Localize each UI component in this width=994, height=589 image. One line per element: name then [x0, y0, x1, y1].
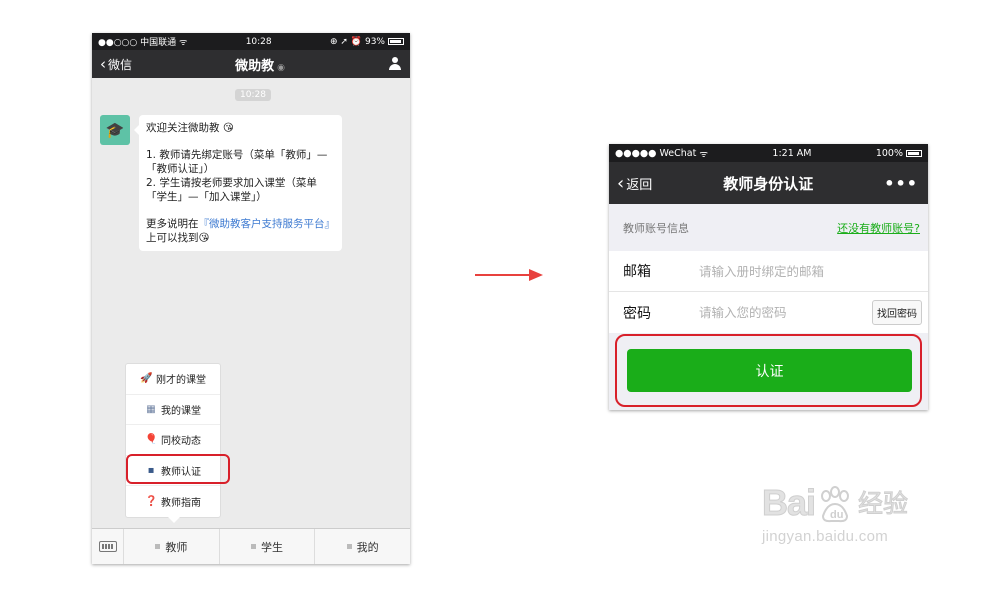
highlight-box-teacher-auth [126, 454, 230, 484]
menu-dot-icon [155, 544, 161, 549]
watermark-url: jingyan.baidu.com [762, 528, 889, 545]
account-section-header: 教师账号信息 还没有教师账号? [609, 204, 928, 251]
profile-icon[interactable] [388, 57, 402, 71]
email-field[interactable] [699, 263, 922, 279]
menu-item-teacher-guide[interactable]: ❓ 教师指南 [126, 486, 220, 517]
status-indicators-icon: ⊕ ➚ ⏰ [329, 36, 362, 47]
instruction-line-2: 2. 学生请按老师要求加入课堂（菜单「学生」—「加入课堂」） [146, 177, 317, 203]
tab-label: 我的 [356, 540, 379, 554]
tutorial-canvas: ●●○○○ 中国联通 ᯤ 10:28 ⊕ ➚ ⏰ 93% ‹ 微信 微助教 ◉ 1… [0, 0, 994, 589]
nav-bar: ‹ 微信 微助教 ◉ [92, 50, 410, 78]
baidu-paw-icon: du [821, 486, 850, 523]
baidu-jingyan-watermark: Bai du 经验 jingyan.baidu.com [761, 482, 940, 572]
tab-student[interactable]: 学生 [220, 529, 316, 564]
menu-item-label: 我的课堂 [161, 405, 201, 417]
teacher-auth-screen: ●●●●● WeChat ᯤ 1:21 AM 100% ‹ 返回 教师身份认证 … [609, 144, 928, 410]
page-title: 教师身份认证 [723, 174, 814, 193]
watermark-brand: Bai [761, 482, 816, 524]
tab-mine[interactable]: 我的 [315, 529, 410, 564]
email-label: 邮箱 [623, 264, 651, 280]
support-platform-link[interactable]: 『微助教客户支持服务平台』 [199, 218, 336, 230]
battery-icon [906, 149, 922, 157]
menu-item-recent-class[interactable]: 🚀 刚才的课堂 [126, 364, 220, 395]
clock: 1:21 AM [772, 147, 812, 159]
password-field[interactable] [699, 305, 872, 320]
find-password-button[interactable]: 找回密码 [872, 300, 922, 325]
welcome-message-bubble: 欢迎关注微助教 😘 1. 教师请先绑定账号（菜单「教师」—「教师认证」） 2. … [134, 115, 342, 251]
message-timestamp: 10:28 [235, 89, 271, 101]
menu-item-label: 刚才的课堂 [156, 375, 206, 387]
ear-icon: ◉ [277, 62, 285, 73]
battery-icon [387, 38, 404, 45]
page-title-text: 微助教 [235, 58, 275, 74]
keyboard-toggle[interactable] [92, 529, 124, 564]
nav-bar: ‹ 返回 教师身份认证 ••• [609, 162, 928, 204]
wifi-icon: ᯤ [699, 148, 709, 160]
more-options-icon[interactable]: ••• [884, 174, 918, 193]
back-label: 返回 [626, 177, 653, 193]
more-info-text: 更多说明在『微助教客户支持服务平台』上可以找到😘 [146, 217, 335, 245]
wechat-chat-screen: ●●○○○ 中国联通 ᯤ 10:28 ⊕ ➚ ⏰ 93% ‹ 微信 微助教 ◉ 1… [92, 33, 410, 564]
auth-form: 邮箱 密码 找回密码 [609, 251, 928, 333]
email-row: 邮箱 [609, 251, 928, 292]
menu-item-label: 教师指南 [161, 498, 201, 510]
building-icon: ▦ [146, 403, 156, 415]
menu-dot-icon [251, 544, 256, 549]
tab-label: 教师 [165, 540, 188, 554]
tab-label: 学生 [261, 540, 283, 554]
section-title: 教师账号信息 [623, 221, 689, 235]
page-title: 微助教 ◉ [235, 55, 285, 74]
watermark-brand-cn: 经验 [858, 490, 909, 519]
back-button[interactable]: ‹ 微信 [100, 55, 132, 73]
rocket-icon: 🚀 [140, 373, 153, 385]
greeting-text: 欢迎关注微助教 😘 [146, 122, 234, 134]
tab-teacher[interactable]: 教师 [124, 529, 220, 564]
status-bar: ●●○○○ 中国联通 ᯤ 10:28 ⊕ ➚ ⏰ 93% [92, 33, 410, 50]
svg-text:du: du [830, 509, 843, 521]
back-label: 微信 [108, 57, 133, 72]
battery-percent: 100% [875, 147, 903, 159]
authenticate-button[interactable]: 认证 [627, 349, 912, 392]
arrow-right-icon [475, 269, 543, 281]
status-bar: ●●●●● WeChat ᯤ 1:21 AM 100% [609, 144, 928, 162]
more-prefix: 更多说明在 [146, 218, 199, 230]
teacher-popup-menu: 🚀 刚才的课堂 ▦ 我的课堂 🎈 同校动态 ▪ 教师认证 ❓ 教师指南 [125, 363, 221, 523]
menu-dot-icon [346, 544, 352, 549]
carrier-label: ●●○○○ 中国联通 [98, 38, 177, 48]
question-icon: ❓ [145, 496, 158, 508]
clock: 10:28 [245, 36, 272, 47]
more-suffix: 上可以找到😘 [146, 232, 210, 244]
chevron-left-icon: ‹ [617, 172, 625, 194]
graduation-cap-icon[interactable]: 🎓 [100, 115, 130, 145]
wifi-icon: ᯤ [179, 38, 188, 48]
menu-item-label: 同校动态 [161, 436, 201, 448]
password-label: 密码 [623, 305, 651, 322]
menu-item-my-class[interactable]: ▦ 我的课堂 [126, 395, 220, 426]
no-account-link[interactable]: 还没有教师账号? [837, 220, 920, 236]
balloon-icon: 🎈 [145, 434, 158, 446]
password-row: 密码 找回密码 [609, 292, 928, 333]
bottom-menu-bar: 教师 学生 我的 [92, 528, 410, 564]
back-button[interactable]: ‹ 返回 [617, 173, 652, 194]
instruction-line-1: 1. 教师请先绑定账号（菜单「教师」—「教师认证」） [146, 149, 328, 175]
carrier-label: ●●●●● WeChat [615, 147, 697, 159]
menu-item-school-news[interactable]: 🎈 同校动态 [126, 425, 220, 456]
battery-percent: 93% [364, 36, 385, 47]
chevron-left-icon: ‹ [100, 55, 106, 73]
keyboard-icon [98, 541, 117, 552]
